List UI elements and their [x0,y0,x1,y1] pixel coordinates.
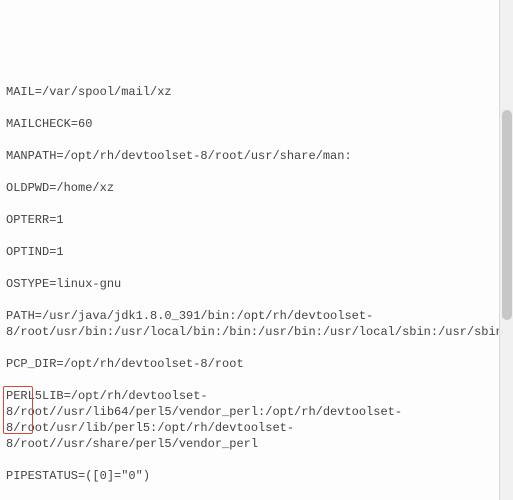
env-line: MAIL=/var/spool/mail/xz [6,84,505,100]
env-line: MANPATH=/opt/rh/devtoolset-8/root/usr/sh… [6,148,505,164]
env-line: OSTYPE=linux-gnu [6,276,505,292]
env-line: OLDPWD=/home/xz [6,180,505,196]
env-line: PERL5LIB=/opt/rh/devtoolset-8/root//usr/… [6,388,505,452]
env-line: PATH=/usr/java/jdk1.8.0_391/bin:/opt/rh/… [6,308,505,340]
scrollbar[interactable] [499,0,513,500]
env-line: PCP_DIR=/opt/rh/devtoolset-8/root [6,356,505,372]
env-line: PIPESTATUS=([0]="0") [6,468,505,484]
env-line: MAILCHECK=60 [6,116,505,132]
terminal-output: MAIL=/var/spool/mail/xz MAILCHECK=60 MAN… [6,68,505,500]
scroll-thumb[interactable] [502,110,512,320]
env-line: OPTIND=1 [6,244,505,260]
env-line: OPTERR=1 [6,212,505,228]
